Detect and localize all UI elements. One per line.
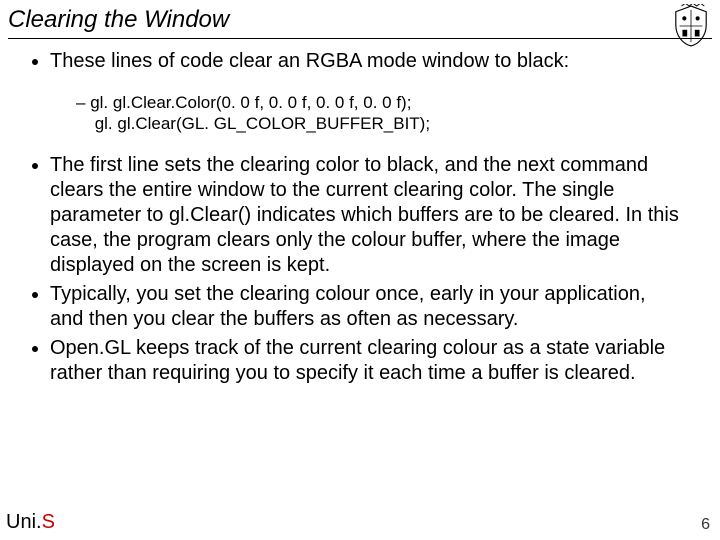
list-item: Typically, you set the clearing colour o… xyxy=(50,282,680,332)
footer-org: Uni.S xyxy=(6,511,55,534)
list-item: These lines of code clear an RGBA mode w… xyxy=(50,49,680,135)
bullet-text: The first line sets the clearing color t… xyxy=(50,154,679,276)
code-line-2: gl. gl.Clear(GL. GL_COLOR_BUFFER_BIT); xyxy=(76,113,680,134)
sub-list: gl. gl.Clear.Color(0. 0 f, 0. 0 f, 0. 0 … xyxy=(76,92,680,135)
code-lines: gl. gl.Clear.Color(0. 0 f, 0. 0 f, 0. 0 … xyxy=(76,92,680,135)
list-item: The first line sets the clearing color t… xyxy=(50,153,680,278)
page-number: 6 xyxy=(701,516,710,534)
footer-org-part1: Uni. xyxy=(6,511,42,533)
list-item: Open.GL keeps track of the current clear… xyxy=(50,336,680,386)
slide: Clearing the Window These lines of code … xyxy=(0,0,720,540)
university-crest-icon xyxy=(672,4,710,48)
bullet-text: Open.GL keeps track of the current clear… xyxy=(50,337,665,384)
title-divider xyxy=(8,38,712,39)
bullet-list: These lines of code clear an RGBA mode w… xyxy=(22,49,680,386)
footer-org-part2: S xyxy=(42,511,55,533)
slide-title: Clearing the Window xyxy=(0,0,720,38)
bullet-text: Typically, you set the clearing colour o… xyxy=(50,283,646,330)
bullet-text: These lines of code clear an RGBA mode w… xyxy=(50,50,569,72)
code-line-1: gl. gl.Clear.Color(0. 0 f, 0. 0 f, 0. 0 … xyxy=(90,93,411,112)
